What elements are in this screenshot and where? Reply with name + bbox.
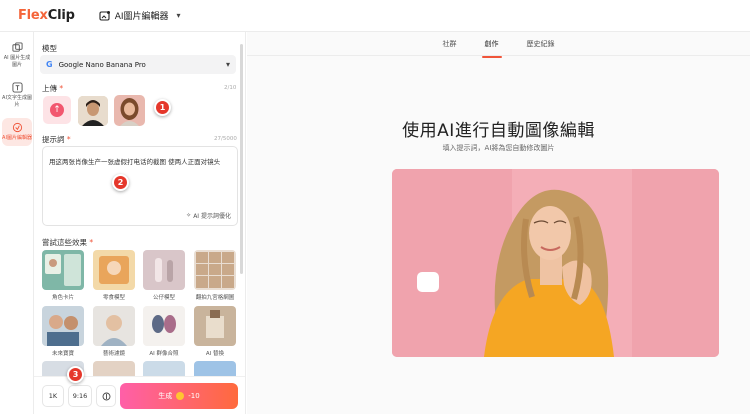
image-gen-icon <box>11 42 23 52</box>
upload-arrow-icon: ↑ <box>50 103 64 117</box>
rail-item-image-editor[interactable]: AI圖片編輯器 <box>2 118 32 146</box>
generate-label: 生成 <box>158 392 173 400</box>
logo-flex-text: Flex <box>18 8 48 23</box>
effect-card[interactable]: 公仔模型 <box>143 250 185 301</box>
model-label: 模型 <box>42 44 57 53</box>
effects-label: 嘗試這些效果 * <box>42 238 94 247</box>
chevron-down-icon: ▾ <box>176 11 181 20</box>
woman-portrait-image <box>392 169 719 357</box>
sparkle-icon: ✧ <box>186 212 192 219</box>
optimize-prompt-button[interactable]: ✧ AI 提示詞優化 <box>186 211 231 220</box>
sample-image <box>392 169 719 357</box>
effect-caption: 翻拍九宮格網圖 <box>195 295 235 301</box>
effect-caption: 角色卡片 <box>51 295 74 301</box>
main-tabs: 社群 創作 歷史紀錄 <box>247 32 750 58</box>
rail-label: AI 圖片生成圖片 <box>3 55 31 68</box>
annotation-marker-2: 2 <box>112 174 129 191</box>
sliders-icon <box>102 392 110 400</box>
effect-caption: 公仔模型 <box>152 295 175 301</box>
page-subtitle: 填入提示詞，AI將為您自動修改圖片 <box>442 144 555 152</box>
effect-caption: AI 替換 <box>205 351 225 357</box>
prompt-input[interactable]: 用这两张肖像生产一张虚假打电话的截图 使两人正面对镜头 ✧ AI 提示詞優化 <box>42 146 238 226</box>
generate-bar: 1K 9:16 生成 -10 <box>34 376 245 414</box>
upload-counter: 2/10 <box>224 85 237 91</box>
model-select[interactable]: G Google Nano Banana Pro ▾ <box>40 55 236 74</box>
settings-toggle-button[interactable] <box>96 385 116 407</box>
left-rail: AI 圖片生成圖片 AI文字生成圖片 AI圖片編輯器 <box>0 32 34 414</box>
google-icon: G <box>46 60 53 69</box>
effect-card[interactable]: 藝術濾鏡 <box>93 306 135 357</box>
effect-card[interactable]: 零食模型 <box>93 250 135 301</box>
rail-label: AI圖片編輯器 <box>2 135 32 141</box>
prompt-label: 提示詞 * <box>42 135 71 144</box>
uploaded-image-1[interactable] <box>78 96 108 126</box>
editor-icon <box>12 122 22 133</box>
effect-card[interactable]: 未來寶寶 <box>42 306 84 357</box>
optimize-label: AI 提示詞優化 <box>193 213 231 220</box>
effect-thumbnail <box>42 250 84 290</box>
image-edit-icon <box>99 10 110 21</box>
portrait-man-image <box>78 96 108 126</box>
tab-create[interactable]: 創作 <box>481 35 502 58</box>
effect-thumbnail <box>42 306 84 346</box>
tool-switcher[interactable]: AI圖片編輯器 ▾ <box>99 9 181 22</box>
panel-scrollbar[interactable] <box>240 44 243 274</box>
rail-label: AI文字生成圖片 <box>2 95 32 108</box>
credit-cost: -10 <box>188 392 200 400</box>
page-title: 使用AI進行自動圖像編輯 <box>402 121 595 141</box>
effect-thumbnail <box>143 306 185 346</box>
logo-clip-text: Clip <box>47 8 75 23</box>
chevron-down-icon: ▾ <box>225 60 230 69</box>
effect-caption: 未來寶寶 <box>51 351 74 357</box>
annotation-marker-3: 3 <box>67 366 84 383</box>
upload-button[interactable]: ↑ <box>43 96 71 124</box>
top-bar: FlexClip AI圖片編輯器 ▾ <box>0 0 750 32</box>
upload-label: 上傳 * <box>42 84 64 93</box>
rail-item-image-to-image[interactable]: AI 圖片生成圖片 <box>2 38 32 72</box>
credit-coin-icon <box>176 392 185 400</box>
effect-thumbnail <box>93 250 135 290</box>
effect-thumbnail <box>93 306 135 346</box>
portrait-woman-image <box>114 95 145 126</box>
model-value: Google Nano Banana Pro <box>58 60 146 69</box>
effect-caption: 藝術濾鏡 <box>102 351 125 357</box>
generate-button[interactable]: 生成 -10 <box>120 383 238 409</box>
rail-item-text-to-image[interactable]: AI文字生成圖片 <box>2 78 32 112</box>
aspect-ratio-button[interactable]: 9:16 <box>68 385 92 407</box>
effect-card[interactable]: 角色卡片 <box>42 250 84 301</box>
effect-caption: AI 群像合照 <box>149 351 179 357</box>
effect-caption: 零食模型 <box>102 295 125 301</box>
tab-history[interactable]: 歷史紀錄 <box>527 35 555 53</box>
resolution-button[interactable]: 1K <box>42 385 64 407</box>
uploaded-image-2[interactable] <box>114 95 145 126</box>
text-gen-icon <box>11 82 23 93</box>
tool-name: AI圖片編輯器 <box>114 12 169 22</box>
prompt-text: 用这两张肖像生产一张虚假打电话的截图 使两人正面对镜头 <box>49 158 221 166</box>
effect-card[interactable]: 翻拍九宮格網圖 <box>194 250 236 301</box>
annotation-marker-1: 1 <box>154 99 171 116</box>
effect-thumbnail <box>194 250 236 290</box>
effect-thumbnail <box>194 306 236 346</box>
tab-community[interactable]: 社群 <box>443 35 457 53</box>
effect-card[interactable]: AI 群像合照 <box>143 306 185 357</box>
effect-thumbnail <box>143 250 185 290</box>
prompt-counter: 27/5000 <box>214 136 237 142</box>
settings-panel: 模型 G Google Nano Banana Pro ▾ 上傳 * 2/10 … <box>34 32 246 414</box>
main-area: 社群 創作 歷史紀錄 使用AI進行自動圖像編輯 填入提示詞，AI將為您自動修改圖… <box>247 32 750 414</box>
effect-card[interactable]: AI 替換 <box>194 306 236 357</box>
flexclip-logo[interactable]: FlexClip <box>18 8 75 23</box>
